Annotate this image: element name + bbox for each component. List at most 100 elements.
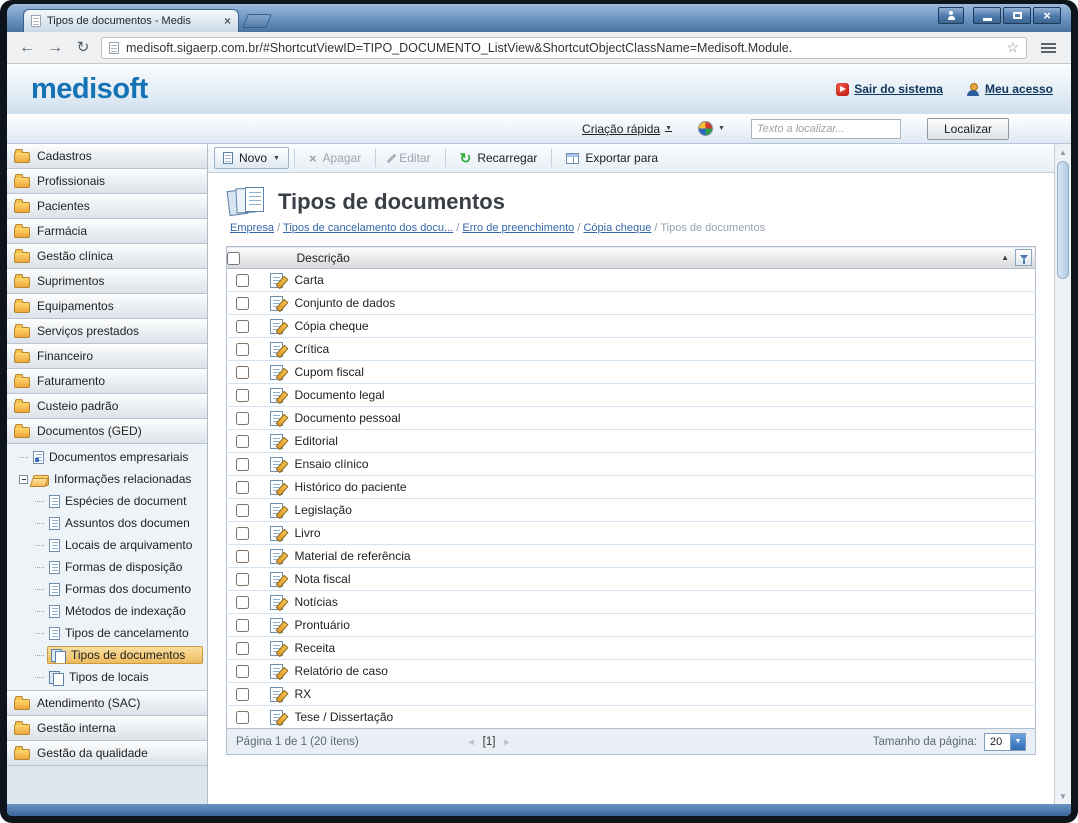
row-checkbox[interactable]: [236, 596, 249, 609]
export-button[interactable]: Exportar para: [557, 147, 667, 169]
table-row[interactable]: Crítica: [227, 338, 1036, 361]
tree-item-formas-de-disposicao[interactable]: Formas de disposição: [7, 556, 207, 578]
table-row[interactable]: Conjunto de dados: [227, 292, 1036, 315]
row-checkbox[interactable]: [236, 573, 249, 586]
collapse-expander-icon[interactable]: [19, 475, 28, 484]
select-all-checkbox[interactable]: [227, 252, 240, 265]
table-row[interactable]: RX: [227, 683, 1036, 706]
address-bar[interactable]: medisoft.sigaerp.com.br/#ShortcutViewID=…: [101, 37, 1027, 59]
sidebar-item-servicos-prestados[interactable]: Serviços prestados: [7, 319, 207, 344]
table-row[interactable]: Prontuário: [227, 614, 1036, 637]
minimize-button[interactable]: [973, 7, 1001, 24]
scrollbar-thumb[interactable]: [1057, 161, 1069, 279]
table-row[interactable]: Nota fiscal: [227, 568, 1036, 591]
browser-menu-button[interactable]: [1035, 37, 1061, 59]
tree-item-tipos-de-documentos[interactable]: Tipos de documentos: [7, 644, 207, 666]
theme-dropdown[interactable]: ▼: [698, 121, 725, 136]
row-checkbox[interactable]: [236, 642, 249, 655]
row-checkbox[interactable]: [236, 619, 249, 632]
edit-row-icon[interactable]: [270, 503, 283, 518]
edit-row-icon[interactable]: [270, 641, 283, 656]
table-row[interactable]: Legislação: [227, 499, 1036, 522]
tree-item-formas-dos-documento[interactable]: Formas dos documento: [7, 578, 207, 600]
new-tab-button[interactable]: [242, 14, 272, 28]
row-checkbox[interactable]: [236, 550, 249, 563]
scroll-up-icon[interactable]: ▲: [1055, 144, 1071, 160]
sidebar-item-atendimento-sac[interactable]: Atendimento (SAC): [7, 691, 207, 716]
new-button[interactable]: Novo ▼: [214, 147, 289, 169]
breadcrumb-link[interactable]: Empresa: [230, 222, 274, 234]
sidebar-item-gestao-interna[interactable]: Gestão interna: [7, 716, 207, 741]
row-checkbox[interactable]: [236, 504, 249, 517]
edit-row-icon[interactable]: [270, 687, 283, 702]
my-access-link[interactable]: Meu acesso: [967, 82, 1053, 96]
reload-button[interactable]: ↻: [73, 40, 93, 55]
profile-button[interactable]: [938, 7, 964, 24]
edit-row-icon[interactable]: [270, 342, 283, 357]
tree-item-especies-de-document[interactable]: Espécies de document: [7, 490, 207, 512]
edit-row-icon[interactable]: [270, 710, 283, 725]
table-row[interactable]: Relatório de caso: [227, 660, 1036, 683]
row-checkbox[interactable]: [236, 274, 249, 287]
sidebar-item-suprimentos[interactable]: Suprimentos: [7, 269, 207, 294]
table-row[interactable]: Documento pessoal: [227, 407, 1036, 430]
edit-row-icon[interactable]: [270, 434, 283, 449]
sidebar-item-financeiro[interactable]: Financeiro: [7, 344, 207, 369]
table-row[interactable]: Histórico do paciente: [227, 476, 1036, 499]
row-checkbox[interactable]: [236, 435, 249, 448]
breadcrumb-link[interactable]: Tipos de cancelamento dos docu...: [283, 222, 453, 234]
table-row[interactable]: Documento legal: [227, 384, 1036, 407]
row-checkbox[interactable]: [236, 366, 249, 379]
column-header-descricao[interactable]: Descrição: [297, 251, 350, 265]
edit-row-icon[interactable]: [270, 365, 283, 380]
table-row[interactable]: Carta: [227, 269, 1036, 292]
localizar-button[interactable]: Localizar: [927, 118, 1009, 140]
row-checkbox[interactable]: [236, 297, 249, 310]
vertical-scrollbar[interactable]: ▲ ▼: [1054, 144, 1071, 804]
tree-item-documentos-empresariais[interactable]: Documentos empresariais: [7, 446, 207, 468]
browser-tab[interactable]: Tipos de documentos - Medis ×: [23, 9, 239, 32]
row-checkbox[interactable]: [236, 458, 249, 471]
table-row[interactable]: Tese / Dissertação: [227, 706, 1036, 729]
tab-close-icon[interactable]: ×: [224, 15, 231, 27]
edit-row-icon[interactable]: [270, 526, 283, 541]
sidebar-item-farmacia[interactable]: Farmácia: [7, 219, 207, 244]
row-checkbox[interactable]: [236, 688, 249, 701]
maximize-button[interactable]: [1003, 7, 1031, 24]
edit-row-icon[interactable]: [270, 664, 283, 679]
row-checkbox[interactable]: [236, 320, 249, 333]
edit-row-icon[interactable]: [270, 549, 283, 564]
sidebar-item-gestao-da-qualidade[interactable]: Gestão da qualidade: [7, 741, 207, 766]
quick-create-dropdown[interactable]: Criação rápida ▼: [582, 122, 672, 136]
back-button[interactable]: ←: [17, 40, 37, 56]
row-checkbox[interactable]: [236, 412, 249, 425]
close-button[interactable]: ×: [1033, 7, 1061, 24]
filter-button[interactable]: [1015, 249, 1032, 266]
table-row[interactable]: Editorial: [227, 430, 1036, 453]
delete-button[interactable]: × Apagar: [300, 147, 370, 169]
edit-row-icon[interactable]: [270, 595, 283, 610]
sidebar-item-cadastros[interactable]: Cadastros: [7, 144, 207, 169]
sidebar-item-faturamento[interactable]: Faturamento: [7, 369, 207, 394]
next-page-icon[interactable]: ►: [502, 737, 511, 747]
edit-row-icon[interactable]: [270, 273, 283, 288]
sidebar-item-profissionais[interactable]: Profissionais: [7, 169, 207, 194]
edit-row-icon[interactable]: [270, 296, 283, 311]
tree-item-locais-de-arquivamento[interactable]: Locais de arquivamento: [7, 534, 207, 556]
edit-button[interactable]: Editar: [381, 147, 439, 169]
row-checkbox[interactable]: [236, 343, 249, 356]
tree-item-metodos-de-indexacao[interactable]: Métodos de indexação: [7, 600, 207, 622]
tree-item-tipos-de-cancelamento[interactable]: Tipos de cancelamento: [7, 622, 207, 644]
sidebar-item-gestao-clinica[interactable]: Gestão clínica: [7, 244, 207, 269]
table-row[interactable]: Cupom fiscal: [227, 361, 1036, 384]
edit-row-icon[interactable]: [270, 388, 283, 403]
sidebar-item-custeio-padrao[interactable]: Custeio padrão: [7, 394, 207, 419]
sidebar-item-pacientes[interactable]: Pacientes: [7, 194, 207, 219]
tree-item-tipos-de-locais[interactable]: Tipos de locais: [7, 666, 207, 688]
row-checkbox[interactable]: [236, 481, 249, 494]
scroll-down-icon[interactable]: ▼: [1055, 788, 1071, 804]
url-text[interactable]: medisoft.sigaerp.com.br/#ShortcutViewID=…: [126, 41, 999, 55]
row-checkbox[interactable]: [236, 389, 249, 402]
edit-row-icon[interactable]: [270, 411, 283, 426]
sidebar-item-documentos-ged[interactable]: Documentos (GED): [7, 419, 207, 444]
